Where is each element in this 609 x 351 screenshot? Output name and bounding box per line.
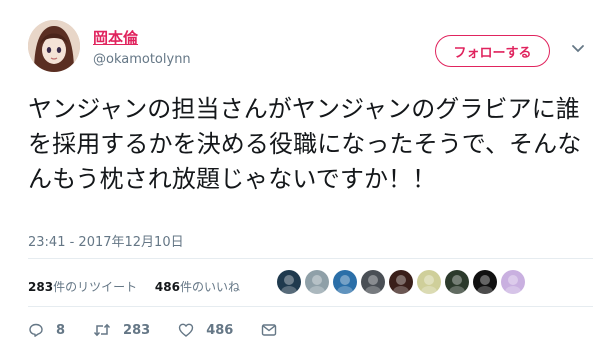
tweet-text: ヤンジャンの担当さんがヤンジャンのグラビアに誰を採用するかを決める役職になったそ… — [28, 95, 582, 193]
chevron-down-icon[interactable] — [570, 40, 586, 56]
retweet-stat-count: 283 — [28, 280, 54, 294]
retweet-stat[interactable]: 283件のリツイート — [28, 280, 137, 294]
liker-avatar[interactable] — [501, 270, 525, 294]
avatar[interactable] — [28, 20, 80, 72]
reply-count: 8 — [56, 322, 66, 338]
follow-button[interactable]: フォローする — [435, 35, 550, 67]
retweet-count: 283 — [123, 322, 151, 338]
user-handle[interactable]: @okamotolynn — [93, 52, 191, 67]
liker-avatars — [277, 270, 529, 294]
divider — [28, 306, 593, 307]
liker-avatar[interactable] — [305, 270, 329, 294]
liker-avatar[interactable] — [417, 270, 441, 294]
retweet-stat-label: 件のリツイート — [53, 280, 138, 294]
divider — [28, 258, 593, 259]
like-count: 486 — [206, 322, 234, 338]
like-stat-label: 件のいいね — [179, 280, 240, 294]
liker-avatar[interactable] — [333, 270, 357, 294]
liker-avatar[interactable] — [445, 270, 469, 294]
like-stat-count: 486 — [154, 280, 180, 294]
liker-avatar[interactable] — [361, 270, 385, 294]
tweet-stats: 283件のリツイート 486件のいいね — [28, 278, 254, 295]
retweet-icon — [93, 323, 111, 337]
message-icon — [262, 324, 277, 336]
avatar-image — [28, 20, 80, 72]
display-name[interactable]: 岡本倫 — [93, 27, 138, 48]
retweet-button[interactable]: 283 — [93, 322, 150, 338]
like-button[interactable]: 486 — [178, 322, 233, 338]
heart-icon — [178, 323, 194, 337]
reply-icon — [29, 323, 43, 337]
tweet-timestamp[interactable]: 23:41 - 2017年12月10日 — [28, 231, 184, 250]
tweet-actions: 8 283 486 — [28, 322, 317, 338]
reply-button[interactable]: 8 — [28, 322, 65, 338]
liker-avatar[interactable] — [277, 270, 301, 294]
message-button[interactable] — [261, 322, 289, 338]
like-stat[interactable]: 486件のいいね — [155, 280, 240, 294]
liker-avatar[interactable] — [473, 270, 497, 294]
liker-avatar[interactable] — [389, 270, 413, 294]
